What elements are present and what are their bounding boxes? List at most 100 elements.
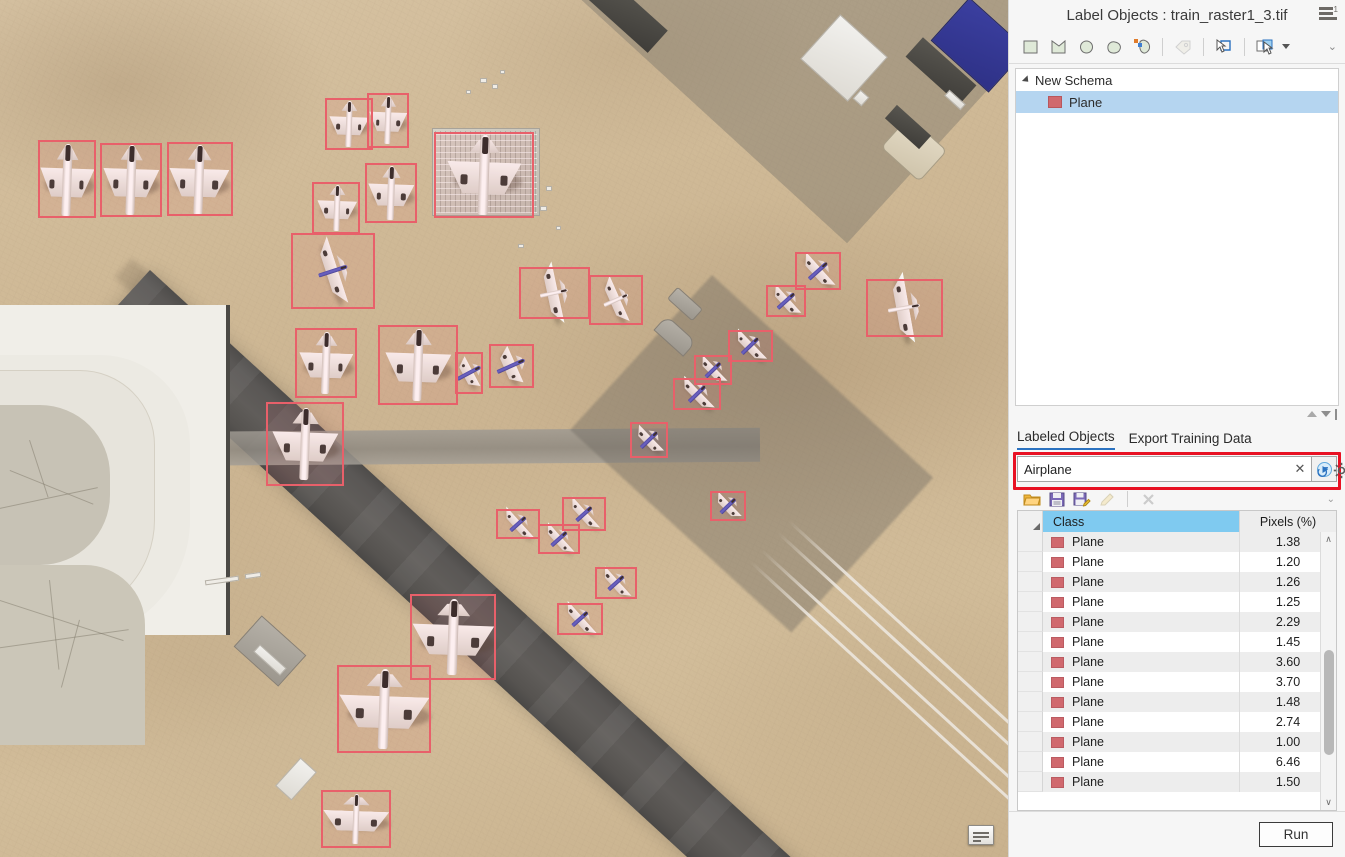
row-selector[interactable] [1018, 652, 1043, 672]
bounding-box[interactable] [365, 163, 417, 223]
table-row[interactable]: Plane 1.20 [1018, 552, 1336, 572]
row-selector[interactable] [1018, 732, 1043, 752]
row-selector[interactable] [1018, 612, 1043, 632]
table-row[interactable]: Plane 1.00 [1018, 732, 1336, 752]
bounding-box[interactable] [295, 328, 357, 398]
row-selector[interactable] [1018, 532, 1043, 552]
scroll-down-icon[interactable]: ∨ [1321, 795, 1336, 810]
row-selector[interactable] [1018, 552, 1043, 572]
undo-icon[interactable]: ↺ [1314, 463, 1331, 483]
row-selector[interactable] [1018, 712, 1043, 732]
scrollbar-thumb[interactable] [1324, 650, 1334, 755]
bounding-box[interactable] [378, 325, 458, 405]
folder-open-icon[interactable] [1021, 489, 1043, 509]
select-arrow-tool[interactable] [1211, 34, 1237, 60]
magic-polygon-tool[interactable] [1129, 34, 1155, 60]
polyline-tool[interactable] [1045, 34, 1071, 60]
bounding-box[interactable] [766, 285, 806, 317]
table-row[interactable]: Plane 3.70 [1018, 672, 1336, 692]
bounding-box[interactable] [595, 567, 637, 599]
bounding-box[interactable] [100, 143, 162, 217]
bounding-box[interactable] [325, 98, 373, 150]
table-row[interactable]: Plane 3.60 [1018, 652, 1336, 672]
bounding-box[interactable] [630, 422, 668, 458]
schema-tree[interactable]: New Schema Plane [1015, 68, 1339, 406]
bounding-box[interactable] [321, 790, 391, 848]
bounding-box[interactable] [519, 267, 590, 319]
table-row[interactable]: Plane 1.50 [1018, 772, 1336, 792]
bounding-box[interactable] [312, 182, 360, 234]
rectangle-tool[interactable] [1017, 34, 1043, 60]
chevron-down-icon[interactable] [1282, 44, 1290, 49]
bounding-box[interactable] [337, 665, 431, 753]
bounding-box[interactable] [589, 275, 643, 325]
splitter-grip[interactable] [1335, 408, 1337, 420]
table-row[interactable]: Plane 2.29 [1018, 612, 1336, 632]
map-view[interactable] [0, 0, 1008, 857]
splitter-down-icon[interactable] [1321, 411, 1331, 417]
run-button[interactable]: Run [1259, 822, 1333, 847]
tab-export-training-data[interactable]: Export Training Data [1129, 431, 1252, 450]
bounding-box[interactable] [557, 603, 603, 635]
bounding-box[interactable] [538, 524, 580, 554]
expand-triangle-icon[interactable] [1021, 75, 1032, 85]
freehand-blob-tool[interactable] [1101, 34, 1127, 60]
schema-item-plane[interactable]: Plane [1016, 91, 1338, 113]
table-scrollbar[interactable]: ∧ ∨ [1320, 532, 1336, 810]
table-row[interactable]: Plane 1.45 [1018, 632, 1336, 652]
hamburger-menu-icon[interactable]: 1 [1317, 4, 1339, 24]
row-selector[interactable] [1018, 592, 1043, 612]
bounding-box[interactable] [367, 93, 409, 148]
edit-arrow-tool[interactable] [1252, 34, 1278, 60]
class-color-swatch [1051, 656, 1064, 668]
bounding-box[interactable] [266, 402, 344, 486]
bounding-box[interactable] [496, 509, 540, 539]
bounding-box[interactable] [291, 233, 375, 309]
bounding-box[interactable] [434, 132, 534, 218]
table-row[interactable]: Plane 2.74 [1018, 712, 1336, 732]
bounding-box[interactable] [866, 279, 943, 337]
circle-tool[interactable] [1073, 34, 1099, 60]
bounding-box[interactable] [728, 330, 773, 362]
pencil-icon[interactable] [1096, 489, 1118, 509]
row-selector[interactable] [1018, 772, 1043, 792]
cell-class-label: Plane [1072, 555, 1104, 569]
row-selector[interactable] [1018, 632, 1043, 652]
column-header-pixels[interactable]: Pixels (%) [1239, 511, 1336, 532]
tag-tool[interactable] [1170, 34, 1196, 60]
row-selector[interactable] [1018, 692, 1043, 712]
floppy-disk-pencil-icon[interactable] [1071, 489, 1093, 509]
toolbar-separator-2 [1203, 37, 1204, 56]
row-selector[interactable] [1018, 572, 1043, 592]
table-body[interactable]: Plane 1.38 Plane 1.20 Plane 1.26 Plane 1.25 Plan… [1018, 532, 1336, 810]
scroll-up-icon[interactable]: ∧ [1321, 532, 1336, 547]
delete-x-icon[interactable] [1137, 489, 1159, 509]
schema-root-row[interactable]: New Schema [1016, 69, 1338, 91]
column-header-class[interactable]: Class [1043, 511, 1239, 532]
bounding-box[interactable] [710, 491, 746, 521]
table-row[interactable]: Plane 1.26 [1018, 572, 1336, 592]
floppy-disk-icon[interactable] [1046, 489, 1068, 509]
row-selector[interactable] [1018, 752, 1043, 772]
table-select-all[interactable] [1018, 511, 1043, 532]
panel-splitter[interactable] [1009, 406, 1345, 422]
gear-icon[interactable] [1333, 462, 1345, 484]
bounding-box[interactable] [673, 378, 721, 410]
toolbar-overflow-icon[interactable]: ⌄ [1328, 40, 1337, 53]
table-row[interactable]: Plane 1.48 [1018, 692, 1336, 712]
map-legend-icon[interactable] [968, 825, 994, 845]
bounding-box[interactable] [167, 142, 233, 216]
bounding-box[interactable] [455, 352, 483, 394]
search-input[interactable] [1017, 456, 1289, 482]
record-toolbar-overflow-icon[interactable]: ⌄ [1327, 494, 1335, 505]
bounding-box[interactable] [489, 344, 534, 388]
aerial-imagery[interactable] [0, 0, 1008, 857]
bounding-box[interactable] [38, 140, 96, 218]
table-row[interactable]: Plane 6.46 [1018, 752, 1336, 772]
labeled-objects-table[interactable]: Class Pixels (%) Plane 1.38 Plane 1.20 Plane… [1017, 510, 1337, 811]
table-row[interactable]: Plane 1.25 [1018, 592, 1336, 612]
tab-labeled-objects[interactable]: Labeled Objects [1017, 429, 1115, 450]
table-row[interactable]: Plane 1.38 [1018, 532, 1336, 552]
splitter-up-icon[interactable] [1307, 411, 1317, 417]
row-selector[interactable] [1018, 672, 1043, 692]
